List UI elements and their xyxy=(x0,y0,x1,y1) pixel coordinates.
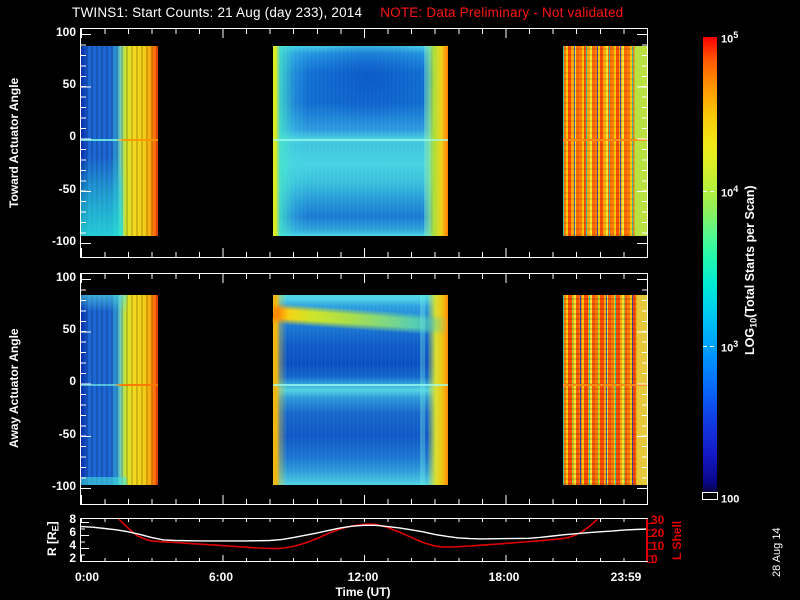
toward-segment-dawn xyxy=(81,46,158,236)
r-ytick: 2 xyxy=(69,551,76,565)
toward-heatmap xyxy=(81,46,647,236)
orbit-line-panel xyxy=(80,518,656,563)
away-ytick: -100 xyxy=(51,479,76,493)
toward-ytick: 0 xyxy=(69,129,76,143)
plot-title: TWINS1: Start Counts: 21 Aug (day 233), … xyxy=(72,6,623,20)
colorbar-tick-1e5: 105 xyxy=(721,30,739,46)
away-ytick: 50 xyxy=(62,322,76,336)
colorbar-tick-1e3: 103 xyxy=(721,339,739,355)
xtick-2359: 23:59 xyxy=(610,570,642,584)
toward-ytick: -100 xyxy=(51,234,76,248)
toward-ytick: -50 xyxy=(58,182,76,196)
away-ytick: 0 xyxy=(69,374,76,388)
l-shell-axis-label: L Shell xyxy=(670,520,684,560)
r-ytick: 6 xyxy=(69,525,76,539)
away-axis-label: Away Actuator Angle xyxy=(7,328,21,448)
colorbar-dash-1e4 xyxy=(703,191,717,193)
away-heatmap xyxy=(81,295,647,485)
away-segment-noon xyxy=(272,295,449,485)
away-ytick: 100 xyxy=(55,270,76,284)
r-ytick: 8 xyxy=(69,512,76,526)
away-segment-dawn xyxy=(81,295,158,485)
colorbar xyxy=(702,37,718,500)
colorbar-axis-label: LOG10(Total Starts per Scan) xyxy=(743,185,759,355)
curve-right xyxy=(118,519,599,550)
toward-axis-label: Toward Actuator Angle xyxy=(7,77,21,209)
time-axis-label: Time (UT) xyxy=(335,585,391,599)
toward-segment-noon xyxy=(273,46,448,236)
colorbar-dash-1e3 xyxy=(703,345,717,347)
away-spectrogram-panel xyxy=(80,273,648,505)
toward-spectrogram-panel xyxy=(80,28,648,258)
title-text: TWINS1: Start Counts: 21 Aug (day 233), … xyxy=(72,5,363,20)
datestamp: 28 Aug 14 xyxy=(771,527,783,577)
twins-plot-page: { "title": { "text": "TWINS1: Start Coun… xyxy=(0,0,800,600)
colorbar-bottom-box xyxy=(702,492,718,500)
xtick-1800: 18:00 xyxy=(488,570,520,584)
xtick-0000: 0:00 xyxy=(74,570,100,584)
colorbar-tick-100: 100 xyxy=(721,493,740,506)
toward-ytick: 100 xyxy=(55,25,76,39)
toward-ytick: 50 xyxy=(62,77,76,91)
r-ytick: 4 xyxy=(69,538,76,552)
toward-segment-dusk xyxy=(563,46,647,236)
colorbar-tick-1e4: 104 xyxy=(721,184,739,200)
xtick-1200: 12:00 xyxy=(347,570,379,584)
preliminary-note: NOTE: Data Preliminary - Not validated xyxy=(380,5,624,20)
away-ytick: -50 xyxy=(58,427,76,441)
away-segment-dusk xyxy=(563,295,647,485)
xtick-0600: 6:00 xyxy=(208,570,234,584)
